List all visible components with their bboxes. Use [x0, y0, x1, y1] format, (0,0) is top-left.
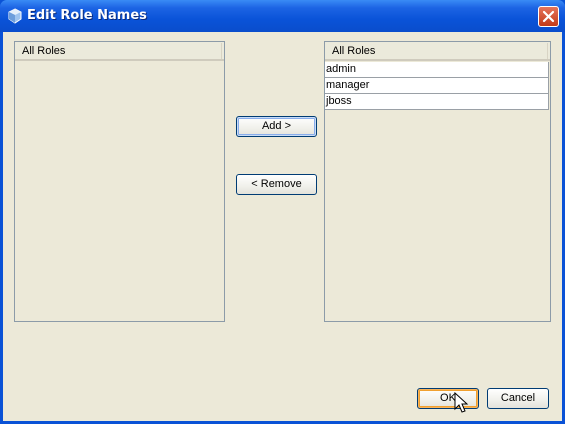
list-item-label: manager: [326, 79, 370, 91]
available-roles-list[interactable]: All Roles: [14, 41, 225, 322]
ok-button[interactable]: OK: [417, 388, 479, 409]
ok-button-label: OK: [440, 392, 456, 404]
title-bar[interactable]: Edit Role Names: [0, 0, 565, 32]
java-cup-icon: [7, 8, 23, 24]
selected-roles-header[interactable]: All Roles: [325, 42, 550, 61]
remove-button[interactable]: < Remove: [236, 174, 317, 195]
add-button[interactable]: Add >: [236, 116, 317, 137]
list-item[interactable]: manager: [325, 78, 549, 94]
available-roles-header[interactable]: All Roles: [15, 42, 224, 61]
list-item[interactable]: jboss: [325, 94, 549, 110]
add-button-label: Add >: [261, 120, 292, 132]
header-divider: [547, 43, 548, 59]
list-item-label: admin: [326, 63, 356, 75]
cancel-button-label: Cancel: [500, 392, 536, 404]
selected-roles-list[interactable]: All Roles admin manager jboss: [324, 41, 551, 322]
dialog-window: Edit Role Names All Roles Add > < Remove: [0, 0, 565, 424]
available-roles-header-label: All Roles: [22, 45, 66, 57]
cancel-button[interactable]: Cancel: [487, 388, 549, 409]
header-divider: [221, 43, 222, 59]
list-item[interactable]: admin: [325, 62, 549, 78]
window-title: Edit Role Names: [27, 8, 147, 23]
close-button[interactable]: [538, 6, 559, 27]
list-item-label: jboss: [326, 95, 352, 107]
selected-roles-header-label: All Roles: [332, 45, 376, 57]
remove-button-label: < Remove: [251, 178, 302, 190]
dialog-body: All Roles Add > < Remove All Roles admin…: [3, 32, 562, 421]
